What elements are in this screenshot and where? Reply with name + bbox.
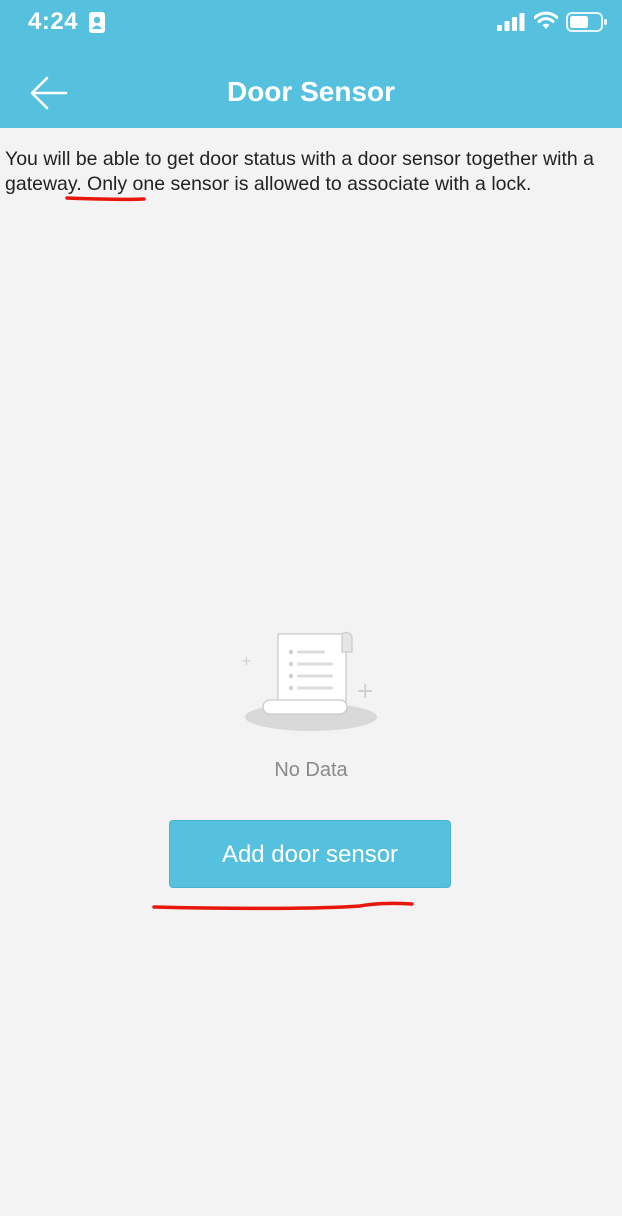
svg-text:+: + (241, 654, 252, 669)
document-scroll-icon: + + (241, 631, 377, 731)
cellular-signal-icon (497, 13, 525, 36)
nav-bar: Door Sensor (0, 58, 622, 128)
status-bar: 4:24 (0, 0, 622, 46)
page-title: Door Sensor (226, 76, 396, 107)
wifi-icon (533, 11, 559, 36)
contact-card-icon (89, 12, 105, 38)
status-time: 4:24 (28, 8, 79, 35)
button-underline-annotation (152, 901, 414, 911)
empty-state-text: No Data (274, 759, 348, 781)
description-text: You will be able to get door status with… (5, 147, 610, 196)
description-text-before: You will be able to get door status with… (5, 148, 594, 170)
add-door-sensor-button[interactable]: Add door sensor (169, 820, 451, 888)
description-text-after: . Only one sensor is allowed to associat… (76, 172, 532, 195)
svg-text:+: + (356, 679, 374, 704)
battery-icon (566, 12, 608, 37)
gateway-link[interactable]: gateway (5, 173, 76, 195)
header: 4:24 Door Sensor (0, 0, 622, 128)
